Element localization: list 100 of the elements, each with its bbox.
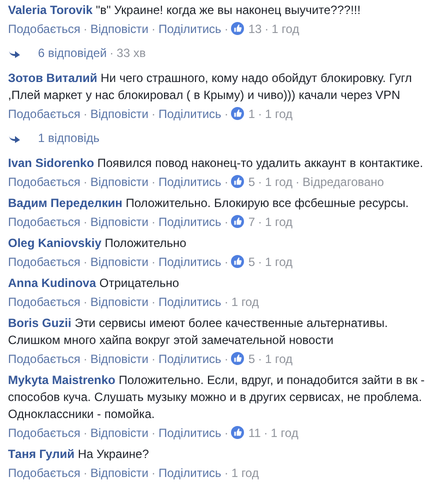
dot-separator: ·: [258, 214, 262, 228]
replies-link[interactable]: 1 відповідь: [38, 131, 100, 145]
author-link[interactable]: Таня Гулий: [8, 447, 75, 461]
dot-separator: ·: [151, 214, 156, 228]
dot-separator: ·: [151, 106, 156, 120]
edited-label: Відредаговано: [302, 174, 384, 188]
thumbs-up-icon: [231, 22, 244, 35]
dot-separator: ·: [83, 352, 88, 366]
comment-text: Boris Guzii Эти сервисы имеют более качественные альтернативы. Слишком много хайпа вокруг этой замечательной новости: [8, 315, 389, 349]
dot-separator: ·: [224, 352, 228, 366]
timestamp: 1 год: [265, 106, 293, 120]
action-link[interactable]: Подобається: [8, 294, 80, 308]
dot-separator: ·: [224, 254, 228, 268]
timestamp: 1 год: [231, 466, 259, 480]
action-link[interactable]: Подобається: [8, 352, 80, 366]
author-link[interactable]: Valeria Torovik: [8, 3, 92, 17]
like-count: 11: [248, 426, 261, 440]
action-link[interactable]: Подобається: [8, 466, 80, 480]
author-link[interactable]: Ivan Sidorenko: [8, 156, 94, 170]
dot-separator: ·: [224, 106, 228, 120]
thumbs-up-icon: [231, 215, 244, 228]
timestamp: 1 год: [270, 426, 298, 440]
comment-text: Ivan Sidorenko Появился повод наконец-то удалить аккаунт в контактике.: [8, 155, 424, 172]
timestamp: 1 год: [265, 214, 293, 228]
action-link[interactable]: Відповісти: [90, 294, 148, 308]
dot-separator: ·: [110, 46, 114, 60]
dot-separator: ·: [224, 466, 228, 480]
comment-text: Зотов Виталий Ни чего страшного, кому надо обойдут блокировку. Гугл ,Плей маркет у нас блокировал ( в Крыму) и чиво))) качали через VPN: [8, 70, 413, 104]
dot-separator: ·: [151, 22, 156, 36]
dot-separator: ·: [83, 294, 88, 308]
action-link[interactable]: Поділитись: [158, 294, 222, 308]
author-link[interactable]: Вадим Переделкин: [8, 196, 122, 210]
dot-separator: ·: [83, 174, 88, 188]
comment-text: Anna Kudinova Отрицательно: [8, 275, 180, 292]
thumbs-up-icon: [231, 426, 244, 439]
author-link[interactable]: Зотов Виталий: [8, 71, 98, 85]
action-link[interactable]: Відповісти: [90, 426, 148, 440]
action-link[interactable]: Подобається: [8, 174, 80, 188]
action-link[interactable]: Подобається: [8, 22, 80, 36]
dot-separator: ·: [83, 466, 88, 480]
dot-separator: ·: [264, 22, 269, 36]
comment-text: Oleg Kaniovskiy Положительно: [8, 235, 188, 252]
action-link[interactable]: Подобається: [8, 254, 80, 268]
replies-link[interactable]: 6 відповідей: [38, 46, 107, 60]
thumbs-up-icon: [231, 255, 244, 268]
dot-separator: ·: [258, 174, 262, 188]
dot-separator: ·: [264, 426, 268, 440]
dot-separator: ·: [224, 174, 228, 188]
dot-separator: ·: [83, 22, 88, 36]
dot-separator: ·: [258, 254, 262, 268]
dot-separator: ·: [224, 294, 228, 308]
action-link[interactable]: Поділитись: [158, 254, 222, 268]
timestamp: 1 год: [231, 294, 259, 308]
action-link[interactable]: Подобається: [8, 426, 80, 440]
comment-text: Вадим Переделкин Положительно. Блокирую все фсбешные ресурсы.: [8, 195, 410, 212]
dot-separator: ·: [151, 466, 156, 480]
action-link[interactable]: Поділитись: [158, 352, 222, 366]
timestamp: 1 год: [265, 352, 293, 366]
dot-separator: ·: [151, 426, 156, 440]
action-link[interactable]: Подобається: [8, 214, 80, 228]
comment-text: Mykyta Maistrenko Положительно. Если, вдруг, и понадобится зайти в вк - способов куча. Слушать музыку можно и в других сервисах, не проблема. Одноклассники - помойка.: [8, 372, 426, 423]
like-count: 7: [248, 214, 255, 228]
comment-text: Valeria Torovik "в" Украине! когда же вы наконец выучите???!!!: [8, 2, 362, 19]
action-link[interactable]: Поділитись: [158, 106, 222, 120]
action-link[interactable]: Поділитись: [158, 22, 222, 36]
action-link[interactable]: Поділитись: [158, 214, 222, 228]
action-link[interactable]: Поділитись: [158, 174, 222, 188]
dot-separator: ·: [224, 22, 228, 36]
action-link[interactable]: Відповісти: [90, 174, 148, 188]
action-link[interactable]: Відповісти: [90, 22, 148, 36]
action-link[interactable]: Відповісти: [90, 254, 148, 268]
comment-text: Таня Гулий На Украине?: [8, 446, 150, 463]
action-link[interactable]: Відповісти: [90, 466, 148, 480]
dot-separator: ·: [151, 254, 156, 268]
action-link[interactable]: Відповісти: [90, 352, 148, 366]
thumbs-up-icon: [231, 107, 244, 120]
author-link[interactable]: Anna Kudinova: [8, 276, 96, 290]
action-link[interactable]: Подобається: [8, 106, 80, 120]
dot-separator: ·: [224, 426, 228, 440]
dot-separator: ·: [258, 352, 262, 366]
like-count: 5: [248, 352, 255, 366]
dot-separator: ·: [83, 214, 88, 228]
like-count: 13: [248, 22, 262, 36]
dot-separator: ·: [258, 106, 262, 120]
action-link[interactable]: Поділитись: [158, 426, 222, 440]
action-link[interactable]: Відповісти: [90, 214, 148, 228]
dot-separator: ·: [296, 174, 300, 188]
dot-separator: ·: [83, 106, 88, 120]
dot-separator: ·: [83, 426, 88, 440]
timestamp: 1 год: [265, 174, 293, 188]
timestamp: 33 хв: [116, 46, 146, 60]
author-link[interactable]: Oleg Kaniovskiy: [8, 236, 102, 250]
action-link[interactable]: Відповісти: [90, 106, 148, 120]
dot-separator: ·: [224, 214, 228, 228]
author-link[interactable]: Mykyta Maistrenko: [8, 373, 116, 387]
reply-arrow-icon: [8, 133, 22, 143]
dot-separator: ·: [83, 254, 88, 268]
dot-separator: ·: [151, 174, 156, 188]
action-link[interactable]: Поділитись: [158, 466, 222, 480]
author-link[interactable]: Boris Guzii: [8, 316, 72, 330]
